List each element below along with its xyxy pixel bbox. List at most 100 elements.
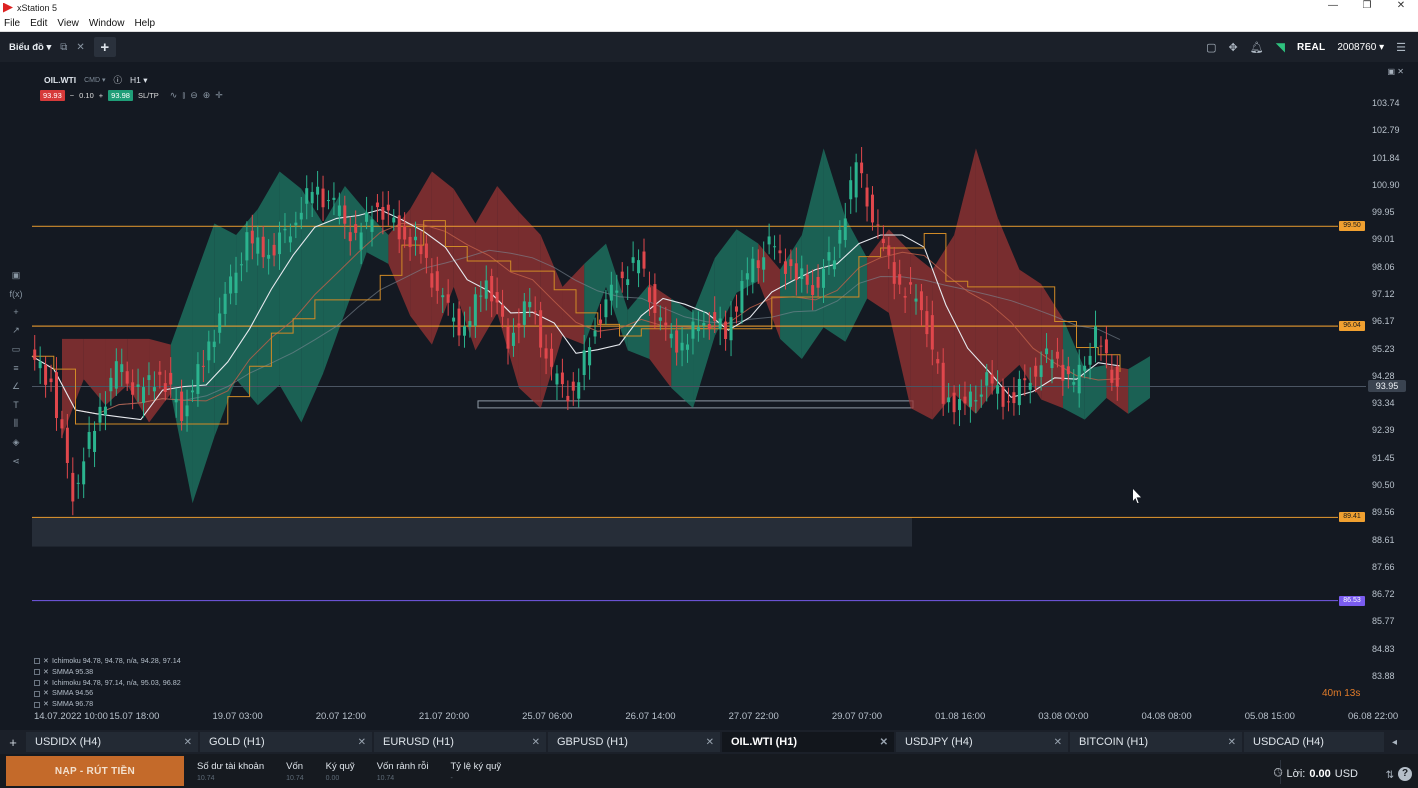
expand-icon[interactable]: ⇅ (1386, 770, 1394, 781)
bars-icon[interactable]: ⫼ (14, 418, 18, 429)
candle-body (33, 349, 37, 360)
chart-window-controls[interactable]: ▣ ✕ (1388, 67, 1404, 76)
candle-body (794, 263, 798, 280)
layers-icon[interactable]: ◈ (13, 437, 20, 448)
menu-help[interactable]: Help (134, 18, 155, 29)
instrument-tab-active[interactable]: OIL.WTI (H1) ✕ (722, 732, 894, 752)
x-tick-label: 03.08 00:00 (1038, 711, 1089, 722)
instrument-tab[interactable]: GBPUSD (H1) ✕ (548, 732, 720, 752)
rectangle-tool-icon[interactable]: ▭ (12, 344, 21, 355)
close-window-button[interactable]: ✕ (1384, 0, 1418, 11)
legend-item[interactable]: ✕ SMMA 94.56 (34, 688, 181, 699)
x-tick-label: 04.08 08:00 (1141, 711, 1192, 722)
candle-body (430, 273, 434, 288)
share-icon[interactable]: ⋖ (12, 456, 20, 467)
candle-body (65, 427, 69, 463)
bell-icon[interactable]: 🔔︎ (1250, 41, 1264, 54)
crosshair-icon[interactable]: + (13, 307, 18, 317)
close-tab-icon[interactable]: ✕ (76, 42, 84, 53)
candle-body (326, 200, 330, 202)
volume-input[interactable]: 0.10 (79, 91, 94, 100)
menu-view[interactable]: View (57, 18, 79, 29)
popout-icon[interactable]: ⧉ (60, 42, 67, 53)
fibonacci-icon[interactable]: ≡ (13, 363, 18, 373)
y-tick-label: 97.12 (1372, 289, 1395, 299)
line-tool-icon[interactable]: ↗ (12, 325, 20, 336)
candle-body (87, 432, 91, 449)
sltp-button[interactable]: SL/TP (138, 91, 159, 100)
maximize-button[interactable]: ❐ (1350, 0, 1384, 11)
close-tab-icon[interactable]: ✕ (1054, 737, 1062, 748)
close-tab-icon[interactable]: ✕ (706, 737, 714, 748)
legend-item[interactable]: ✕ SMMA 95.38 (34, 667, 181, 678)
price-level-tag[interactable]: 99.50 (1339, 221, 1365, 232)
help-icon[interactable]: ? (1398, 767, 1412, 781)
stat-free-margin: Vốn rảnh rỗi 10.74 (376, 760, 429, 782)
network-icon[interactable]: ✥ (1229, 41, 1238, 54)
instrument-tab[interactable]: USDCAD (H4) (1244, 732, 1384, 752)
x-tick-label: 05.08 15:00 (1244, 711, 1295, 722)
timeframe-select[interactable]: H1 ▾ (130, 75, 148, 86)
candle-body (82, 461, 86, 485)
candle-body (60, 419, 64, 429)
function-icon[interactable]: f(x) (10, 289, 23, 299)
instrument-tab[interactable]: GOLD (H1) ✕ (200, 732, 372, 752)
candle-body (414, 236, 418, 241)
angle-tool-icon[interactable]: ∠ (12, 381, 20, 392)
sell-button[interactable]: 93.93 (40, 90, 65, 101)
indicator-legend: ✕ Ichimoku 94.78, 94.78, n/a, 94.28, 97.… (34, 656, 181, 710)
volume-decrease[interactable]: − (70, 91, 74, 100)
chart-tab-label[interactable]: Biểu đồ ▾ (9, 42, 51, 53)
close-tab-icon[interactable]: ✕ (358, 737, 366, 748)
volume-increase[interactable]: + (99, 91, 103, 100)
close-tab-icon[interactable]: ✕ (1228, 737, 1236, 748)
hamburger-menu-icon[interactable]: ☰ (1396, 41, 1406, 54)
menu-file[interactable]: File (4, 18, 20, 29)
candle-body (158, 371, 162, 375)
legend-item[interactable]: ✕ Ichimoku 94.78, 97.14, n/a, 95.03, 96.… (34, 678, 181, 689)
instrument-tab[interactable]: BITCOIN (H1) ✕ (1070, 732, 1242, 752)
y-tick-label: 96.17 (1372, 316, 1395, 327)
tabs-scroll-icon[interactable]: ◂ (1392, 737, 1397, 748)
ichimoku-cloud-segment (562, 263, 585, 345)
layout-icon[interactable]: ▢ (1206, 41, 1216, 54)
price-chart[interactable] (0, 62, 1418, 730)
legend-item[interactable]: ✕ Ichimoku 94.78, 94.78, n/a, 94.28, 97.… (34, 656, 181, 667)
candle-body (1077, 364, 1081, 394)
close-tab-icon[interactable]: ✕ (880, 737, 888, 748)
info-icon[interactable]: ⓘ (114, 74, 123, 86)
menu-edit[interactable]: Edit (30, 18, 47, 29)
symbol-type[interactable]: CMD ▾ (84, 76, 105, 84)
chart-area[interactable] (0, 62, 1418, 730)
add-chart-button[interactable]: + (93, 37, 116, 57)
legend-item[interactable]: ✕ SMMA 96.78 (34, 699, 181, 710)
menu-window[interactable]: Window (89, 18, 125, 29)
candle-body (250, 230, 254, 244)
close-tab-icon[interactable]: ✕ (184, 737, 192, 748)
candle-body (860, 162, 864, 174)
candle-body (163, 383, 167, 392)
buy-button[interactable]: 93.98 (108, 90, 133, 101)
instrument-tab[interactable]: EURUSD (H1) ✕ (374, 732, 546, 752)
price-level-tag[interactable]: 96.04 (1339, 321, 1365, 332)
close-tab-icon[interactable]: ✕ (532, 737, 540, 748)
instrument-tab[interactable]: USDJPY (H4) ✕ (896, 732, 1068, 752)
add-instrument-tab[interactable]: + (0, 735, 26, 750)
text-tool-icon[interactable]: T (13, 400, 19, 410)
candle-body (484, 280, 488, 299)
price-level-tag[interactable]: 86.53 (1339, 595, 1365, 606)
candle-body (109, 377, 113, 392)
candle-body (686, 344, 690, 350)
account-number[interactable]: 2008760 ▾ (1337, 42, 1384, 53)
price-level-tag[interactable]: 89.41 (1339, 512, 1365, 523)
candle-body (751, 258, 755, 283)
candle-body (620, 271, 624, 279)
candle-body (691, 321, 695, 339)
chart-type-icons[interactable]: ∿⫾⊖⊕✛ (170, 90, 228, 101)
minimize-button[interactable]: — (1316, 0, 1350, 11)
symbol-name[interactable]: OIL.WTI (44, 75, 76, 85)
candle-body (805, 274, 809, 285)
deposit-withdraw-button[interactable]: NẠP - RÚT TIỀN (6, 756, 184, 786)
instrument-tab[interactable]: USDIDX (H4) ✕ (26, 732, 198, 752)
panel-icon[interactable]: ▣ (12, 270, 21, 281)
